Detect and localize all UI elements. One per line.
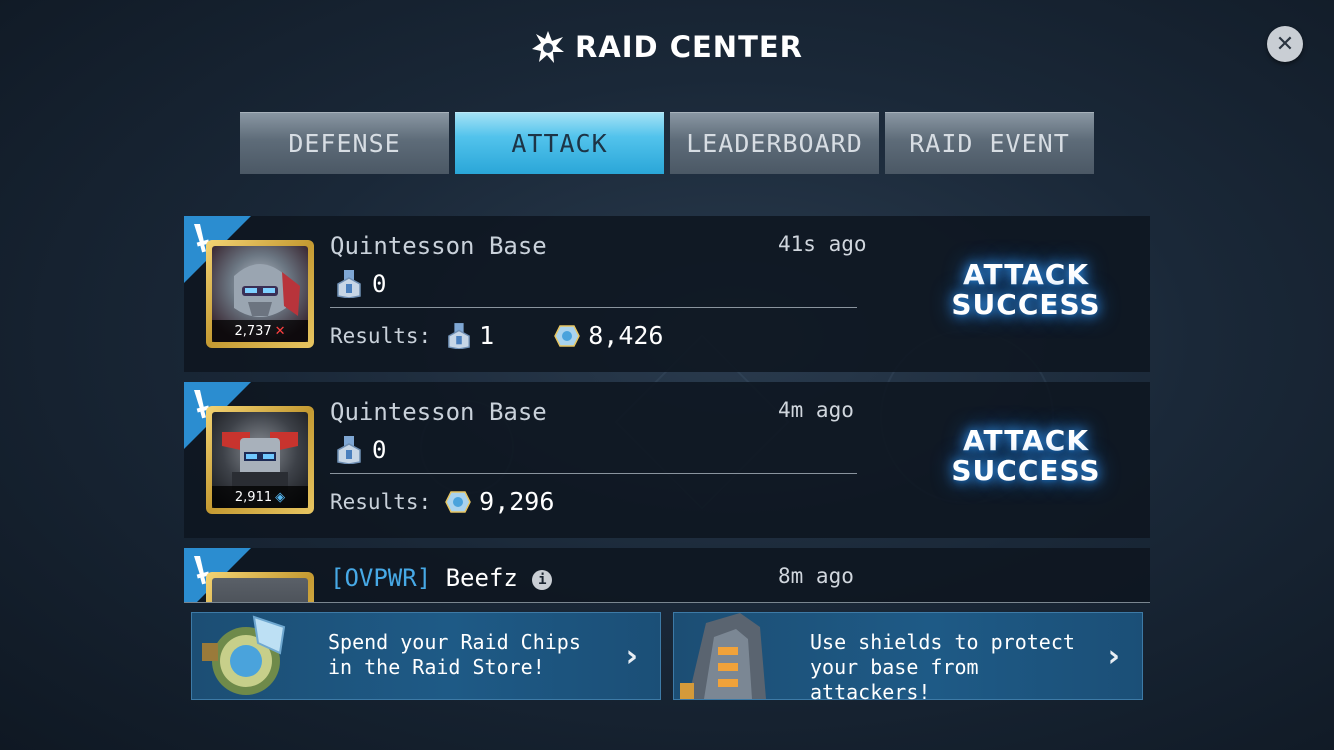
close-button[interactable]: ✕ [1267,26,1303,62]
raid-burst-icon [531,31,564,63]
result-chips: 8,426 [588,321,664,350]
decepticon-x-icon: ✕ [274,323,286,339]
outcome-line-2: SUCCESS [951,288,1101,321]
opponent-name: Quintesson Base [330,398,547,426]
shields-banner[interactable]: Use shields to protect your base from at… [673,612,1143,704]
tab-defense[interactable]: DEFENSE [240,112,449,174]
opponent-name: [OVPWR] Beefz i [330,564,553,592]
alliance-tag: [OVPWR] [330,564,432,592]
raid-log-row[interactable]: 2,737 ✕ Quintesson Base 41s ago 0 Result… [184,216,1150,372]
medal-icon [448,322,471,349]
raid-log-row[interactable]: [OVPWR] Beefz i 8m ago [184,548,1150,603]
outcome-line-1: ATTACK [962,258,1090,291]
list-divider [184,602,1150,603]
portrait-score: 2,737 ✕ [212,320,308,342]
header: RAID CENTER [0,30,1334,64]
opponent-portrait[interactable] [206,572,314,603]
opponent-rating: 2,911 [234,489,273,505]
results-label: Results: [330,323,432,348]
divider [330,473,857,474]
autobot-diamond-icon: ◈ [275,489,286,505]
player-name: Beefz [445,564,518,592]
divider [330,307,857,308]
opponent-portrait[interactable]: 2,737 ✕ [206,240,314,348]
medal-value: 0 [372,270,387,298]
tab-attack[interactable]: ATTACK [455,112,664,174]
attack-success-label: ATTACK SUCCESS [914,426,1138,486]
chevron-right-icon: › [625,639,638,674]
tab-leaderboard[interactable]: LEADERBOARD [670,112,879,174]
raid-time: 4m ago [778,398,854,422]
opponent-portrait[interactable]: 2,911 ◈ [206,406,314,514]
outcome-line-1: ATTACK [962,424,1090,457]
outcome-line-2: SUCCESS [951,454,1101,487]
chevron-right-icon: › [1107,639,1120,674]
page-title: RAID CENTER [574,30,804,64]
medal-count: 0 [336,436,386,464]
raid-chip-icon [445,490,471,513]
raid-log-row[interactable]: 2,911 ◈ Quintesson Base 4m ago 0 Results… [184,382,1150,538]
result-medals: 1 [479,321,495,350]
raid-log-list[interactable]: 2,737 ✕ Quintesson Base 41s ago 0 Result… [184,216,1150,603]
shield-generator-icon [680,613,766,699]
tab-bar: DEFENSE ATTACK LEADERBOARD RAID EVENT [240,112,1094,174]
portrait-score: 2,911 ◈ [212,486,308,508]
results-label: Results: [330,489,432,514]
banner-text: Use shields to protect your base from at… [810,630,1075,704]
banner-text: Spend your Raid Chips in the Raid Store! [328,630,581,679]
tab-raid-event[interactable]: RAID EVENT [885,112,1094,174]
info-icon[interactable]: i [532,570,553,590]
medal-count: 0 [336,270,386,298]
raid-time: 41s ago [778,232,867,256]
raid-chip-icon [554,324,581,347]
raid-chip-globe-icon [202,615,286,695]
medal-value: 0 [372,436,387,464]
medal-icon [337,436,361,464]
results: Results: 9,296 [330,487,554,516]
medal-icon [337,270,361,298]
opponent-name: Quintesson Base [330,232,547,260]
raid-store-banner[interactable]: Spend your Raid Chips in the Raid Store!… [191,612,661,700]
attack-success-label: ATTACK SUCCESS [914,260,1138,320]
results: Results: 1 8,426 [330,321,663,350]
opponent-rating: 2,737 [234,323,272,339]
raid-time: 8m ago [778,564,854,588]
result-chips: 9,296 [479,487,555,516]
